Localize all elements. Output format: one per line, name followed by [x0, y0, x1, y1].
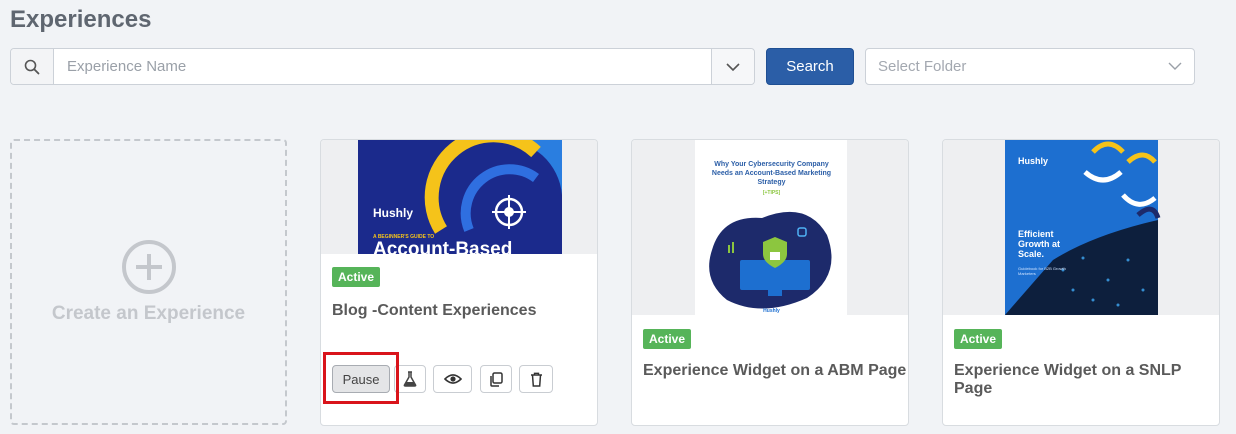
status-badge: Active — [643, 329, 692, 349]
duplicate-button[interactable] — [480, 365, 512, 393]
preview-button[interactable] — [433, 365, 472, 393]
delete-button[interactable] — [519, 365, 553, 393]
card-title: Experience Widget on a SNLP Page — [954, 362, 1182, 397]
plus-circle-icon — [121, 240, 176, 294]
trash-icon — [530, 372, 542, 387]
experience-name-input[interactable] — [54, 49, 711, 84]
status-badge: Active — [332, 267, 381, 287]
thumb-headline: Why Your Cybersecurity Company Needs an … — [711, 161, 832, 186]
experience-thumbnail: Hushly A BEGINNER'S GUIDE TO Account-Bas… — [321, 140, 597, 254]
search-button[interactable]: Search — [766, 48, 854, 85]
create-experience-label: Create an Experience — [51, 303, 246, 324]
eye-icon — [443, 374, 462, 384]
folder-select[interactable]: Select Folder — [865, 48, 1195, 85]
card-title: Experience Widget on a ABM Page — [643, 362, 907, 379]
search-dropdown-toggle[interactable] — [711, 49, 754, 84]
thumb-brand: Hushly — [373, 206, 414, 220]
flask-icon — [403, 371, 417, 387]
thumb-tag: [+TIPS] — [762, 190, 781, 196]
thumb-subtitle: Guidebook for B2B Growth Marketers — [1018, 266, 1066, 276]
search-icon — [11, 49, 54, 84]
search-bar — [10, 48, 755, 85]
thumb-brand: Hushly — [763, 308, 780, 314]
copy-icon — [490, 371, 503, 387]
experience-card[interactable]: Why Your Cybersecurity Company Needs an … — [631, 139, 909, 426]
folder-select-placeholder: Select Folder — [878, 58, 967, 75]
chevron-down-icon — [726, 62, 740, 71]
experience-card[interactable]: Hushly Efficient Growth at Scale. Guideb… — [942, 139, 1220, 426]
highlight-box — [323, 352, 399, 404]
thumb-headline: Account-Based — [373, 239, 513, 254]
thumb-brand: Hushly — [1018, 156, 1049, 166]
experience-thumbnail: Why Your Cybersecurity Company Needs an … — [632, 140, 908, 315]
card-title: Blog -Content Experiences — [332, 302, 537, 319]
thumb-headline: Efficient Growth at Scale. — [1018, 229, 1060, 259]
page-title: Experiences — [10, 6, 152, 33]
experience-thumbnail: Hushly Efficient Growth at Scale. Guideb… — [943, 140, 1219, 315]
status-badge: Active — [954, 329, 1003, 349]
chevron-down-icon — [1168, 62, 1182, 70]
create-experience-card[interactable]: Create an Experience — [10, 139, 287, 425]
